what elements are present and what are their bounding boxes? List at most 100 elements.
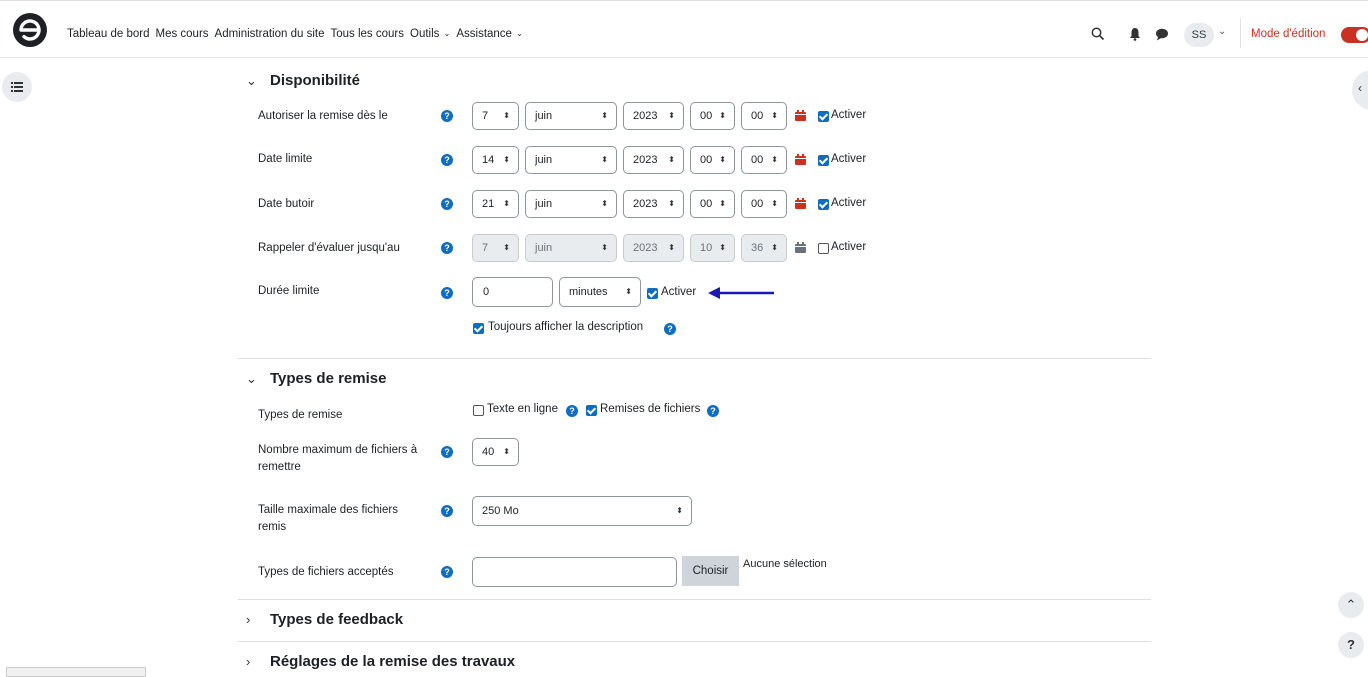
max-files-select[interactable]: 40 ⬍ [472,438,519,466]
chat-icon[interactable] [1155,28,1169,41]
month-select[interactable]: juin ⬍ [525,190,617,218]
chevron-down-icon: ⌄ [246,370,257,386]
hour-select[interactable]: 00 ⬍ [690,102,735,130]
help-icon[interactable]: ? [441,154,453,166]
field-label: Rappeler d'évaluer jusqu'au [258,242,400,254]
minute-value: 36 [751,242,764,254]
nav-tools[interactable]: Outils ⌄ [410,28,450,40]
month-select: juin ⬍ [525,234,617,262]
section-title: Réglages de la remise des travaux [270,653,516,670]
day-value: 7 [482,110,489,122]
arrow-left-icon [708,287,774,299]
enable-checkbox[interactable] [818,155,829,166]
minute-select[interactable]: 00 ⬍ [741,146,787,174]
day-value: 14 [482,154,495,166]
section-title: Types de remise [270,370,387,387]
section-divider [238,358,1151,359]
enable-checkbox[interactable] [818,111,829,122]
max-size-select[interactable]: 250 Mo ⬍ [472,496,692,526]
list-icon [11,82,23,92]
enable-label: Activer [831,109,867,121]
chevron-right-icon: › [246,612,251,627]
field-label: Date limite [258,153,313,165]
section-submission-settings-header[interactable]: › Réglages de la remise des travaux [246,653,515,670]
edit-mode-label: Mode d'édition [1251,28,1326,40]
back-to-top-button[interactable]: ⌃ [1338,592,1364,618]
enable-checkbox[interactable] [647,288,658,299]
month-select[interactable]: juin ⬍ [525,102,617,130]
online-text-label: Texte en ligne [487,403,558,415]
help-icon[interactable]: ? [441,446,453,458]
always-show-description-checkbox[interactable] [473,323,484,334]
nav-support-label: Assistance [456,28,512,40]
edit-mode-toggle[interactable] [1341,27,1368,43]
hour-select[interactable]: 00 ⬍ [690,190,735,218]
day-select[interactable]: 14 ⬍ [472,146,519,174]
hour-select[interactable]: 00 ⬍ [690,146,735,174]
help-icon[interactable]: ? [441,242,453,254]
field-label: Types de remise [258,409,343,421]
help-icon[interactable]: ? [441,110,453,122]
chevron-down-icon: ⌄ [246,72,257,88]
section-feedback-types-header[interactable]: › Types de feedback [246,611,403,628]
section-availability-header[interactable]: ⌄ Disponibilité [246,72,360,89]
field-label: Autoriser la remise dès le [258,110,388,122]
section-title: Disponibilité [270,72,360,89]
year-select[interactable]: 2023 ⬍ [623,190,684,218]
nav-my-courses[interactable]: Mes cours [155,28,208,40]
help-button[interactable]: ? [1338,632,1364,658]
calendar-icon[interactable] [795,110,806,121]
nav-support[interactable]: Assistance ⌄ [456,28,523,40]
nav-dashboard[interactable]: Tableau de bord [67,28,149,40]
help-icon[interactable]: ? [441,566,453,578]
time-unit-select[interactable]: minutes ⬍ [559,277,641,307]
hour-value: 10 [700,242,713,254]
block-drawer-button[interactable]: ‹ [1352,70,1368,110]
chevron-right-icon: › [246,654,251,669]
minute-select: 36 ⬍ [741,234,787,262]
help-icon[interactable]: ? [441,505,453,517]
help-icon[interactable]: ? [566,405,578,417]
day-select[interactable]: 21 ⬍ [472,190,519,218]
year-select[interactable]: 2023 ⬍ [623,102,684,130]
section-submission-types-header[interactable]: ⌄ Types de remise [246,370,386,387]
minute-select[interactable]: 00 ⬍ [741,102,787,130]
field-label: Durée limite [258,285,320,297]
month-select[interactable]: juin ⬍ [525,146,617,174]
year-select[interactable]: 2023 ⬍ [623,146,684,174]
calendar-icon[interactable] [795,198,806,209]
nav-all-courses[interactable]: Tous les cours [330,28,404,40]
minute-select[interactable]: 00 ⬍ [741,190,787,218]
day-select[interactable]: 7 ⬍ [472,102,519,130]
search-icon[interactable] [1091,27,1105,41]
help-icon[interactable]: ? [441,287,453,299]
course-index-button[interactable] [2,72,32,102]
help-icon[interactable]: ? [664,323,676,335]
accepted-types-input[interactable] [472,557,677,587]
calendar-icon[interactable] [795,154,806,165]
status-bar [6,667,146,677]
day-select: 7 ⬍ [472,234,519,262]
enable-checkbox[interactable] [818,243,829,254]
section-divider [238,599,1151,600]
field-label: Nombre maximum de fichiers à [258,444,418,456]
bell-icon[interactable] [1129,27,1141,41]
enable-label: Activer [831,197,867,209]
avatar[interactable]: SS [1184,23,1214,47]
help-icon[interactable]: ? [707,405,719,417]
chevron-down-icon[interactable]: ⌄ [1218,26,1226,37]
help-icon[interactable]: ? [441,198,453,210]
online-text-checkbox[interactable] [473,405,484,416]
section-divider [238,641,1151,642]
file-submissions-checkbox[interactable] [586,405,597,416]
enable-label: Activer [831,241,867,253]
minute-value: 00 [751,110,764,122]
nav-site-admin[interactable]: Administration du site [215,28,325,40]
enable-checkbox[interactable] [818,199,829,210]
year-value: 2023 [633,242,658,254]
field-label: Types de fichiers acceptés [258,566,394,578]
time-limit-input[interactable]: 0 [472,277,553,307]
choose-button[interactable]: Choisir [682,556,739,586]
logo[interactable] [12,12,48,48]
month-value: juin [535,154,553,166]
